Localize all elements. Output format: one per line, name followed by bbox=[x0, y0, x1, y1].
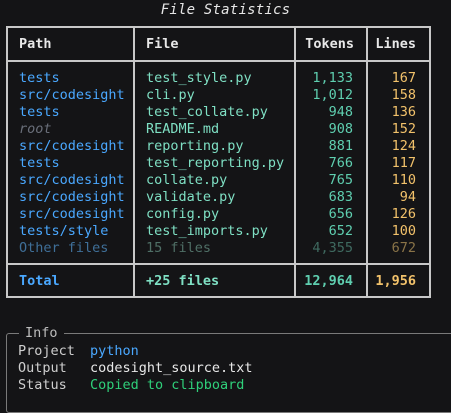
row-lines: 100 bbox=[391, 223, 416, 239]
row-tokens: 1,012 bbox=[312, 87, 353, 103]
row-path: src/codesight bbox=[19, 206, 125, 222]
total-divider bbox=[8, 263, 429, 265]
row-lines: 110 bbox=[391, 172, 416, 188]
row-lines: 94 bbox=[399, 189, 416, 205]
row-file: README.md bbox=[146, 121, 220, 137]
info-row-status: Status Copied to clipboard bbox=[18, 377, 244, 394]
row-path: Other files bbox=[19, 240, 109, 256]
row-path: tests/style bbox=[19, 223, 109, 239]
output-label: Output bbox=[18, 360, 67, 376]
row-tokens: 881 bbox=[328, 138, 353, 154]
total-tokens: 12,964 bbox=[304, 273, 353, 289]
row-tokens: 765 bbox=[328, 172, 353, 188]
output-value: codesight_source.txt bbox=[90, 360, 253, 376]
row-path: src/codesight bbox=[19, 87, 125, 103]
table-row: tests test_style.py 1,133 167 bbox=[8, 70, 429, 87]
row-lines: 672 bbox=[391, 240, 416, 256]
project-value: python bbox=[90, 343, 139, 359]
info-row-output: Output codesight_source.txt bbox=[18, 360, 253, 377]
table-row: tests test_collate.py 948 136 bbox=[8, 104, 429, 121]
row-tokens: 683 bbox=[328, 189, 353, 205]
row-file: reporting.py bbox=[146, 138, 244, 154]
info-panel: Info Project python Output codesight_sourc… bbox=[6, 325, 451, 413]
row-file: collate.py bbox=[146, 172, 228, 188]
total-label: Total bbox=[19, 273, 60, 289]
row-tokens: 1,133 bbox=[312, 70, 353, 86]
table-row: src/codesight collate.py 765 110 bbox=[8, 172, 429, 189]
status-label: Status bbox=[18, 377, 67, 393]
row-file: test_imports.py bbox=[146, 223, 268, 239]
info-title: Info bbox=[19, 325, 64, 341]
table-title: File Statistics bbox=[160, 2, 291, 18]
table-row: root README.md 908 152 bbox=[8, 121, 429, 138]
column-header-path: Path bbox=[19, 36, 52, 52]
row-path: tests bbox=[19, 70, 60, 86]
table-row: Other files 15 files 4,355 672 bbox=[8, 240, 429, 257]
row-tokens: 656 bbox=[328, 206, 353, 222]
row-tokens: 4,355 bbox=[312, 240, 353, 256]
row-path: src/codesight bbox=[19, 189, 125, 205]
row-lines: 158 bbox=[391, 87, 416, 103]
row-path: tests bbox=[19, 104, 60, 120]
project-label: Project bbox=[18, 343, 75, 359]
row-lines: 136 bbox=[391, 104, 416, 120]
row-path: src/codesight bbox=[19, 138, 125, 154]
row-file: validate.py bbox=[146, 189, 236, 205]
row-lines: 152 bbox=[391, 121, 416, 137]
header-divider bbox=[8, 60, 429, 62]
row-lines: 124 bbox=[391, 138, 416, 154]
status-value: Copied to clipboard bbox=[90, 377, 245, 393]
row-path: tests bbox=[19, 155, 60, 171]
table-row: tests test_reporting.py 766 117 bbox=[8, 155, 429, 172]
row-tokens: 766 bbox=[328, 155, 353, 171]
column-header-lines: Lines bbox=[375, 36, 416, 52]
row-tokens: 948 bbox=[328, 104, 353, 120]
row-lines: 167 bbox=[391, 70, 416, 86]
table-row: src/codesight config.py 656 126 bbox=[8, 206, 429, 223]
row-lines: 126 bbox=[391, 206, 416, 222]
row-tokens: 908 bbox=[328, 121, 353, 137]
column-header-tokens: Tokens bbox=[305, 36, 354, 52]
row-path: root bbox=[19, 121, 52, 137]
column-header-file: File bbox=[146, 36, 179, 52]
table-row: src/codesight reporting.py 881 124 bbox=[8, 138, 429, 155]
row-file: test_style.py bbox=[146, 70, 252, 86]
row-lines: 117 bbox=[391, 155, 416, 171]
table-row: src/codesight cli.py 1,012 158 bbox=[8, 87, 429, 104]
total-row: Total +25 files 12,964 1,956 bbox=[8, 273, 429, 290]
table-row: tests/style test_imports.py 652 100 bbox=[8, 223, 429, 240]
row-file: test_reporting.py bbox=[146, 155, 285, 171]
table-row: src/codesight validate.py 683 94 bbox=[8, 189, 429, 206]
total-lines: 1,956 bbox=[375, 273, 416, 289]
row-file: 15 files bbox=[146, 240, 212, 256]
row-file: cli.py bbox=[146, 87, 195, 103]
info-row-project: Project python bbox=[18, 343, 139, 360]
row-tokens: 652 bbox=[328, 223, 353, 239]
total-files: +25 files bbox=[146, 273, 220, 289]
file-stats-table: Path File Tokens Lines tests test_style.p… bbox=[6, 26, 431, 298]
row-file: config.py bbox=[146, 206, 220, 222]
row-path: src/codesight bbox=[19, 172, 125, 188]
row-file: test_collate.py bbox=[146, 104, 268, 120]
